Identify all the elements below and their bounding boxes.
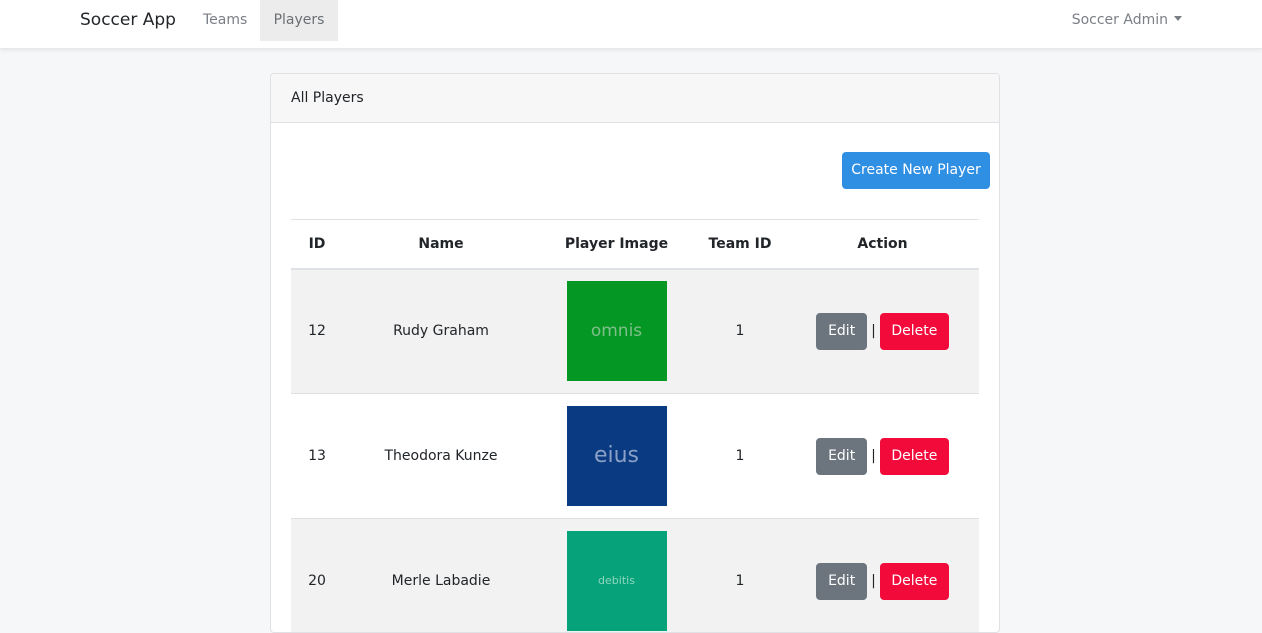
cell-id: 13 bbox=[291, 394, 343, 519]
cell-name: Merle Labadie bbox=[343, 519, 539, 633]
action-separator: | bbox=[871, 323, 876, 339]
table-header-row: ID Name Player Image Team ID Action bbox=[291, 220, 979, 269]
action-group: Edit | Delete bbox=[816, 313, 949, 350]
header-action: Action bbox=[786, 220, 979, 269]
cell-team-id: 1 bbox=[694, 394, 786, 519]
nav-players[interactable]: Players bbox=[260, 0, 338, 41]
edit-button[interactable]: Edit bbox=[816, 313, 867, 350]
card-header: All Players bbox=[271, 74, 999, 123]
brand-link[interactable]: Soccer App bbox=[80, 9, 176, 31]
table-row: 12 Rudy Graham omnis 1 Edit | Delete bbox=[291, 269, 979, 394]
header-name: Name bbox=[343, 220, 539, 269]
table-row: 13 Theodora Kunze eius 1 Edit | Delete bbox=[291, 394, 979, 519]
delete-button[interactable]: Delete bbox=[880, 313, 949, 350]
user-menu-dropdown[interactable]: Soccer Admin bbox=[1072, 0, 1182, 41]
cell-name: Theodora Kunze bbox=[343, 394, 539, 519]
players-table: ID Name Player Image Team ID Action 12 R… bbox=[291, 219, 979, 633]
delete-button[interactable]: Delete bbox=[880, 438, 949, 475]
user-menu-label: Soccer Admin bbox=[1072, 12, 1168, 28]
action-group: Edit | Delete bbox=[816, 563, 949, 600]
nav-teams[interactable]: Teams bbox=[203, 0, 247, 41]
player-image: eius bbox=[567, 406, 667, 506]
player-image: omnis bbox=[567, 281, 667, 381]
caret-down-icon bbox=[1174, 16, 1182, 21]
card-title: All Players bbox=[291, 90, 364, 106]
header-player-image: Player Image bbox=[539, 220, 694, 269]
cell-action: Edit | Delete bbox=[786, 519, 979, 633]
cell-image: omnis bbox=[539, 269, 694, 394]
players-card: All Players Create New Player ID Name Pl… bbox=[270, 73, 1000, 633]
edit-button[interactable]: Edit bbox=[816, 438, 867, 475]
action-group: Edit | Delete bbox=[816, 438, 949, 475]
table-row: 20 Merle Labadie debitis 1 Edit | Delete bbox=[291, 519, 979, 633]
header-team-id: Team ID bbox=[694, 220, 786, 269]
delete-button[interactable]: Delete bbox=[880, 563, 949, 600]
cell-image: debitis bbox=[539, 519, 694, 633]
action-separator: | bbox=[871, 573, 876, 589]
cell-team-id: 1 bbox=[694, 269, 786, 394]
cell-id: 20 bbox=[291, 519, 343, 633]
cell-team-id: 1 bbox=[694, 519, 786, 633]
edit-button[interactable]: Edit bbox=[816, 563, 867, 600]
player-image: debitis bbox=[567, 531, 667, 631]
action-separator: | bbox=[871, 448, 876, 464]
create-new-player-button[interactable]: Create New Player bbox=[842, 152, 990, 189]
header-id: ID bbox=[291, 220, 343, 269]
cell-id: 12 bbox=[291, 269, 343, 394]
cell-action: Edit | Delete bbox=[786, 394, 979, 519]
cell-image: eius bbox=[539, 394, 694, 519]
cell-action: Edit | Delete bbox=[786, 269, 979, 394]
top-navbar: Soccer App Teams Players Soccer Admin bbox=[0, 0, 1262, 49]
cell-name: Rudy Graham bbox=[343, 269, 539, 394]
